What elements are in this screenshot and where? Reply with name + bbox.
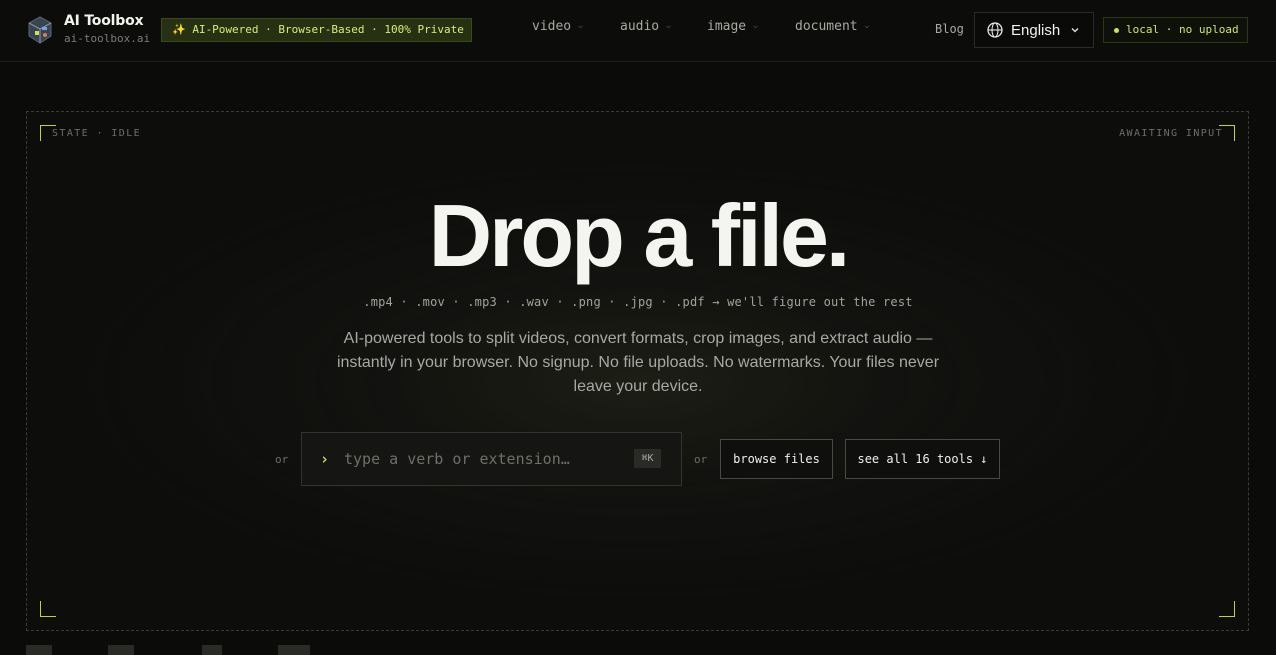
nav-audio[interactable]: audio ⌵ <box>620 19 671 34</box>
brand-domain: ai-toolbox.ai <box>64 32 151 45</box>
brand-title[interactable]: AI Toolbox <box>64 13 144 29</box>
command-search[interactable]: › <box>301 432 682 486</box>
blog-link[interactable]: Blog <box>935 22 964 36</box>
key-chip <box>202 645 222 655</box>
nav-audio-label: audio <box>620 19 660 34</box>
key-chip <box>108 645 134 655</box>
nav-image[interactable]: image ⌵ <box>707 19 758 34</box>
nav-image-label: image <box>707 19 747 34</box>
key-chip <box>278 645 310 655</box>
browse-files-button[interactable]: browse files <box>720 439 833 479</box>
state-label: STATE · IDLE <box>52 128 142 139</box>
chevron-down-icon: ⌵ <box>578 21 583 30</box>
toolbox-logo-icon[interactable] <box>27 16 53 44</box>
globe-icon <box>987 22 1003 38</box>
nav-document-label: document <box>795 19 858 34</box>
language-selector[interactable]: English <box>974 12 1094 48</box>
top-header: AI Toolbox ai-toolbox.ai ✨ AI-Powered · … <box>0 0 1276 62</box>
chevron-down-icon: ⌵ <box>864 21 870 30</box>
status-label: local · no upload <box>1126 23 1239 36</box>
hero-title: Drop a file. <box>428 186 851 285</box>
or-label: or <box>275 453 289 466</box>
awaiting-label: AWAITING INPUT <box>1119 128 1223 139</box>
corner-bracket-icon <box>40 601 56 617</box>
see-all-tools-button[interactable]: see all 16 tools ↓ <box>845 439 1000 479</box>
chevron-down-icon: ⌵ <box>666 21 671 30</box>
status-dot-icon <box>1114 28 1119 33</box>
bottom-hint-strip <box>26 645 1249 655</box>
nav-document[interactable]: document ⌵ <box>795 19 869 34</box>
supported-extensions: .mp4 · .mov · .mp3 · .wav · .png · .jpg … <box>363 295 913 309</box>
or-label: or <box>694 453 708 466</box>
language-label: English <box>1011 22 1061 39</box>
hero-description: AI-powered tools to split videos, conver… <box>336 330 940 395</box>
key-chip <box>26 645 52 655</box>
command-search-input[interactable] <box>344 447 594 471</box>
prompt-chevron-icon: › <box>320 450 330 468</box>
local-status-badge: local · no upload <box>1103 17 1248 43</box>
nav-video[interactable]: video ⌵ <box>532 19 583 34</box>
chevron-down-icon <box>1071 28 1079 33</box>
corner-bracket-icon <box>1219 601 1235 617</box>
shortcut-badge: ⌘K <box>634 449 661 468</box>
feature-badge: ✨ AI-Powered · Browser-Based · 100% Priv… <box>161 18 472 42</box>
nav-video-label: video <box>532 19 572 34</box>
chevron-down-icon: ⌵ <box>753 21 758 30</box>
